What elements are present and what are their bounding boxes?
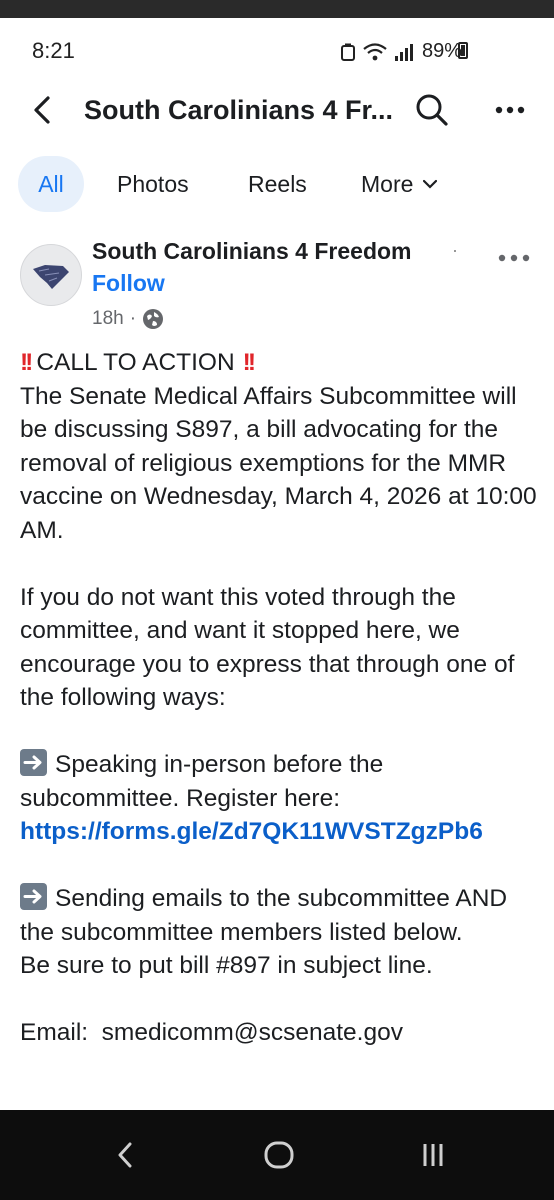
tab-reels[interactable]: Reels: [248, 156, 307, 212]
system-nav-bar: [0, 1110, 554, 1200]
tab-all[interactable]: All: [18, 156, 84, 212]
screen: 8:21 89% South Carolinians 4 Fr... All P…: [0, 18, 554, 1110]
app-bar: South Carolinians 4 Fr...: [0, 78, 554, 142]
south-carolina-map-icon: [33, 265, 69, 289]
recycle-icon: [340, 43, 355, 61]
registration-link[interactable]: https://forms.gle/Zd7QK11WVSTZgzPb6: [20, 815, 544, 849]
nav-home-icon[interactable]: [262, 1138, 296, 1172]
double-exclamation-icon: !!: [242, 349, 256, 376]
search-icon[interactable]: [412, 90, 452, 130]
meta-separator: ·: [129, 308, 137, 329]
wifi-icon: [363, 42, 387, 60]
tab-photos[interactable]: Photos: [117, 156, 189, 212]
battery-percent: 89%: [421, 40, 462, 62]
post-options-icon[interactable]: [494, 246, 534, 270]
right-arrow-icon: [20, 883, 47, 910]
follow-button[interactable]: Follow: [92, 270, 165, 297]
post-body: !! CALL TO ACTION!! The Senate Medical Af…: [20, 346, 544, 1050]
more-options-icon[interactable]: [490, 90, 530, 130]
globe-icon: [143, 309, 164, 329]
post-paragraph-1: The Senate Medical Affairs Subcommittee …: [20, 382, 537, 544]
subject-line-note: Be sure to put bill #897 in subject line…: [20, 952, 433, 979]
option-1: Speaking in-person before the subcommitt…: [20, 748, 544, 815]
post-author-name[interactable]: South Carolinians 4 Freedom: [92, 238, 412, 265]
status-time: 8:21: [32, 38, 75, 63]
tab-more-label: More: [361, 171, 414, 197]
back-arrow-icon[interactable]: [24, 90, 64, 130]
separator-dot: ·: [452, 240, 458, 260]
post-meta: 18h ·: [92, 308, 164, 330]
battery-icon: [458, 42, 468, 59]
page-title: South Carolinians 4 Fr...: [84, 95, 394, 125]
email-line: Email: smedicomm@scsenate.gov: [20, 1019, 403, 1046]
post-time: 18h: [92, 308, 124, 329]
signal-icon: [394, 43, 413, 61]
headline-text: CALL TO ACTION: [36, 349, 235, 376]
chevron-down-icon: [423, 179, 438, 189]
tab-more[interactable]: More: [361, 156, 438, 212]
post-header: South Carolinians 4 Freedom · Follow 18h…: [0, 228, 554, 338]
top-bezel: [0, 0, 554, 18]
status-icons: 89%: [340, 40, 462, 63]
page-avatar[interactable]: [20, 244, 82, 306]
post-paragraph-2: If you do not want this voted through th…: [20, 583, 515, 712]
option-1-text: Speaking in-person before the subcommitt…: [20, 751, 384, 812]
nav-recent-apps-icon[interactable]: [416, 1138, 450, 1172]
nav-back-icon[interactable]: [110, 1138, 140, 1172]
option-2: Sending emails to the subcommittee AND t…: [20, 882, 544, 949]
right-arrow-icon: [20, 749, 47, 776]
option-2-text: Sending emails to the subcommittee AND t…: [20, 885, 508, 946]
filter-tabs: All Photos Reels More: [0, 156, 554, 214]
post-headline: !! CALL TO ACTION!!: [20, 346, 544, 380]
double-exclamation-icon: !!: [20, 349, 33, 376]
